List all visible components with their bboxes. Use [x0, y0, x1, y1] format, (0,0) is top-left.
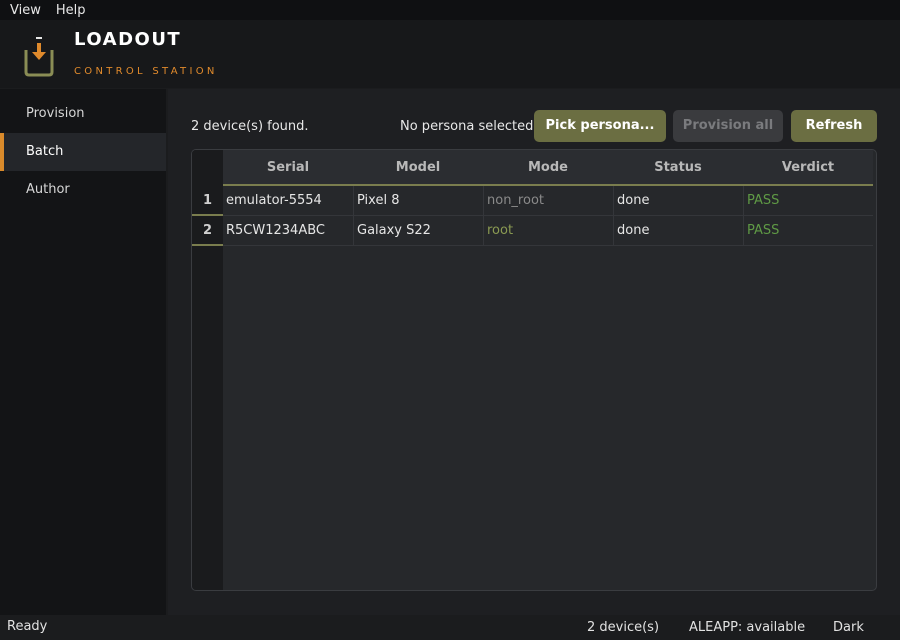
app-header: LOADOUT CONTROL STATION — [0, 20, 900, 88]
cell-serial[interactable]: R5CW1234ABC — [223, 216, 353, 245]
cell-verdict[interactable]: PASS — [743, 216, 873, 245]
status-ready: Ready — [7, 619, 48, 634]
column-header-serial[interactable]: Serial — [223, 150, 353, 186]
table-row[interactable]: emulator-5554 Pixel 8 non_root done PASS — [223, 186, 873, 216]
app-subtitle: CONTROL STATION — [74, 66, 218, 77]
devices-found-text: 2 device(s) found. — [191, 119, 309, 134]
provision-all-button[interactable]: Provision all — [673, 110, 783, 142]
batch-panel: 2 device(s) found. No persona selected P… — [168, 89, 900, 615]
row-number[interactable]: 2 — [192, 216, 223, 246]
cell-serial[interactable]: emulator-5554 — [223, 186, 353, 215]
table-row[interactable]: R5CW1234ABC Galaxy S22 root done PASS — [223, 216, 873, 246]
table-corner[interactable] — [192, 150, 223, 186]
menu-view[interactable]: View — [0, 3, 50, 18]
cell-mode[interactable]: non_root — [483, 186, 613, 215]
app-title: LOADOUT — [74, 29, 182, 50]
sidebar-item-batch[interactable]: Batch — [0, 133, 166, 171]
cell-status[interactable]: done — [613, 216, 743, 245]
cell-model[interactable]: Galaxy S22 — [353, 216, 483, 245]
status-device-count: 2 device(s) — [587, 620, 660, 635]
sidebar-item-author[interactable]: Author — [0, 171, 166, 209]
column-header-verdict[interactable]: Verdict — [743, 150, 873, 186]
menu-help[interactable]: Help — [50, 3, 95, 18]
column-header-model[interactable]: Model — [353, 150, 483, 186]
column-header-status[interactable]: Status — [613, 150, 743, 186]
refresh-button[interactable]: Refresh — [791, 110, 877, 142]
status-theme: Dark — [833, 620, 864, 635]
status-aleapp: ALEAPP: available — [689, 620, 806, 635]
table-header: Serial Model Mode Status Verdict — [223, 150, 873, 186]
cell-model[interactable]: Pixel 8 — [353, 186, 483, 215]
cell-status[interactable]: done — [613, 186, 743, 215]
devices-table: Serial Model Mode Status Verdict 1 emula… — [191, 149, 877, 591]
cell-verdict[interactable]: PASS — [743, 186, 873, 215]
sidebar: Provision Batch Author — [0, 89, 166, 615]
menu-bar: View Help — [0, 0, 900, 20]
row-number[interactable]: 1 — [192, 186, 223, 216]
cell-mode[interactable]: root — [483, 216, 613, 245]
persona-status-text: No persona selected — [400, 119, 534, 134]
column-header-mode[interactable]: Mode — [483, 150, 613, 186]
download-tray-icon — [24, 37, 54, 77]
status-bar: Ready 2 device(s) ALEAPP: available Dark — [0, 615, 900, 640]
pick-persona-button[interactable]: Pick persona... — [534, 110, 666, 142]
sidebar-item-provision[interactable]: Provision — [0, 95, 166, 133]
